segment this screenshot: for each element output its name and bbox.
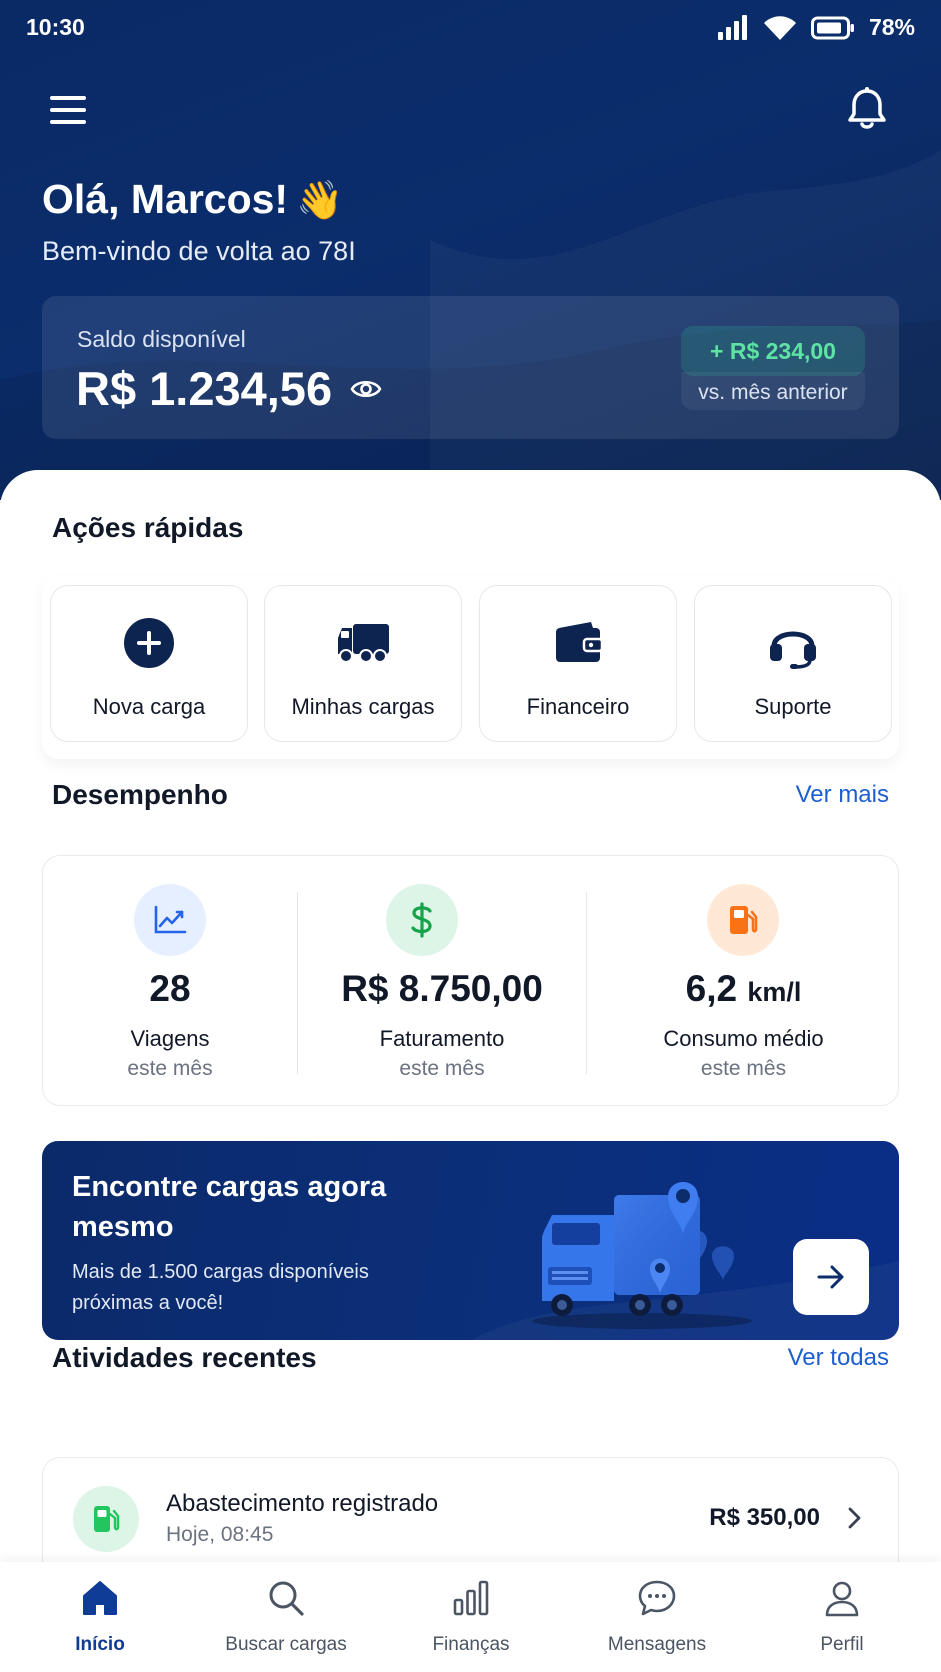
nav-item-mensagens[interactable]: Mensagens xyxy=(563,1562,751,1672)
stat-icon-bg xyxy=(386,884,458,956)
home-icon xyxy=(83,1581,117,1615)
nav-item-perfil[interactable]: Perfil xyxy=(748,1562,936,1672)
quick-action-label: Suporte xyxy=(754,694,832,719)
greeting-title: Olá, Marcos! 👋 xyxy=(42,176,343,223)
stat-revenue: R$ 8.750,00 Faturamento este mês xyxy=(298,856,586,1105)
stat-unit: km/l xyxy=(747,977,802,1007)
wallet-icon xyxy=(556,622,604,662)
search-icon xyxy=(269,1581,304,1616)
nav-item-inicio[interactable]: Início xyxy=(6,1562,194,1672)
quick-action-label: Financeiro xyxy=(526,694,630,719)
dollar-icon xyxy=(411,902,432,938)
performance-card: 28 Viagens este mês R$ 8.750,00 Faturame… xyxy=(42,855,899,1106)
delta-badge: + R$ 234,00 xyxy=(681,326,865,376)
balance-label: Saldo disponível xyxy=(77,326,246,352)
activity-item[interactable]: Abastecimento registrado Hoje, 08:45 R$ … xyxy=(42,1457,899,1577)
stat-fuel-consumption: 6,2 km/l Consumo médio este mês xyxy=(587,856,900,1105)
quick-action-minhas-cargas[interactable]: Minhas cargas xyxy=(264,585,462,742)
user-icon xyxy=(825,1581,859,1617)
activity-icon-bg xyxy=(73,1486,139,1552)
hamburger-menu-icon xyxy=(50,96,86,124)
stat-number: 6,2 xyxy=(685,968,738,1009)
nav-item-buscar-cargas[interactable]: Buscar cargas xyxy=(192,1562,380,1672)
balance-amount: R$ 1.234,56 xyxy=(76,362,333,415)
banner-arrow-button[interactable] xyxy=(793,1239,869,1315)
truck-icon xyxy=(338,624,389,663)
quick-actions-title: Ações rápidas xyxy=(52,512,244,543)
battery-icon xyxy=(810,16,854,39)
chat-icon xyxy=(638,1580,676,1616)
bell-icon xyxy=(848,87,886,129)
wifi-icon xyxy=(763,15,796,40)
balance-delta: vs. mês anterior + R$ 234,00 xyxy=(681,326,865,410)
stat-value: R$ 8.750,00 xyxy=(298,968,586,1010)
nav-label: Buscar cargas xyxy=(225,1634,347,1655)
banner-text: Mais de 1.500 cargas disponíveis próxima… xyxy=(72,1261,369,1314)
waving-hand-icon: 👋 xyxy=(296,180,344,222)
quick-action-suporte[interactable]: Suporte xyxy=(694,585,892,742)
quick-action-label: Minhas cargas xyxy=(291,694,435,719)
greeting-subtitle: Bem-vindo de volta ao 78I xyxy=(42,236,356,266)
trend-chart-icon xyxy=(154,905,187,934)
stat-label: Faturamento xyxy=(379,1026,505,1051)
stat-trips: 28 Viagens este mês xyxy=(43,856,297,1105)
hero-header: 10:30 78% Olá, Marcos! 👋 Bem-vindo de vo… xyxy=(0,0,941,500)
stat-number: R$ 8.750,00 xyxy=(341,968,543,1009)
bottom-navigation: Início Buscar cargas Finanças Mensagens … xyxy=(0,1562,941,1672)
stat-number: 28 xyxy=(149,968,191,1009)
truck-map-pin-illustration xyxy=(532,1182,752,1329)
quick-action-financeiro[interactable]: Financeiro xyxy=(479,585,677,742)
balance-card: Saldo disponível R$ 1.234,56 vs. mês ant… xyxy=(42,296,899,439)
balance-value-row: R$ 1.234,56 xyxy=(76,361,382,416)
stat-label: Consumo médio xyxy=(663,1026,824,1051)
recent-activities-see-all-link[interactable]: Ver todas xyxy=(788,1344,889,1372)
activity-title: Abastecimento registrado xyxy=(166,1490,439,1517)
activity-amount: R$ 350,00 xyxy=(709,1504,820,1531)
banner-title: Encontre cargas agora mesmo xyxy=(72,1171,387,1243)
bar-chart-icon xyxy=(453,1580,489,1616)
status-icons: 78% xyxy=(717,14,915,41)
headset-icon xyxy=(770,631,816,669)
fuel-pump-icon xyxy=(94,1506,120,1532)
battery-percent: 78% xyxy=(868,14,915,40)
status-time: 10:30 xyxy=(26,14,85,40)
plus-circle-icon xyxy=(124,618,174,668)
stat-value: 6,2 km/l xyxy=(587,968,900,1010)
delta-caption: vs. mês anterior xyxy=(681,372,865,410)
stat-value: 28 xyxy=(43,968,297,1010)
recent-activities-title: Atividades recentes xyxy=(52,1342,317,1373)
quick-action-nova-carga[interactable]: Nova carga xyxy=(50,585,248,742)
nav-label: Mensagens xyxy=(607,1634,707,1655)
content-sheet: Ações rápidas Nova carga Minhas cargas F… xyxy=(0,470,941,1672)
quick-actions: Nova carga Minhas cargas Financeiro Supo… xyxy=(42,577,899,759)
nav-label: Início xyxy=(75,1634,125,1655)
status-bar: 10:30 78% xyxy=(0,0,941,56)
nav-label: Perfil xyxy=(820,1634,864,1655)
arrow-right-icon xyxy=(817,1265,844,1289)
nav-item-financas[interactable]: Finanças xyxy=(377,1562,565,1672)
stat-period: este mês xyxy=(127,1057,213,1080)
performance-see-more-link[interactable]: Ver mais xyxy=(796,781,889,809)
signal-icon xyxy=(717,14,747,40)
delta-caption-text: vs. mês anterior xyxy=(698,381,848,404)
fuel-pump-icon xyxy=(730,906,758,934)
performance-title: Desempenho xyxy=(52,779,228,810)
quick-action-label: Nova carga xyxy=(92,694,206,719)
stat-period: este mês xyxy=(399,1057,485,1080)
notifications-button[interactable] xyxy=(845,86,889,132)
menu-button[interactable] xyxy=(48,88,92,132)
find-loads-banner[interactable]: Encontre cargas agora mesmo Mais de 1.50… xyxy=(42,1141,899,1340)
chevron-right-icon xyxy=(848,1507,861,1529)
greeting-text: Olá, Marcos! xyxy=(42,176,289,222)
stat-icon-bg xyxy=(134,884,206,956)
stat-label: Viagens xyxy=(130,1026,210,1051)
activity-time: Hoje, 08:45 xyxy=(166,1523,274,1546)
eye-icon[interactable] xyxy=(350,373,382,405)
stat-icon-bg xyxy=(707,884,779,956)
nav-label: Finanças xyxy=(432,1634,510,1655)
stat-period: este mês xyxy=(700,1057,787,1080)
